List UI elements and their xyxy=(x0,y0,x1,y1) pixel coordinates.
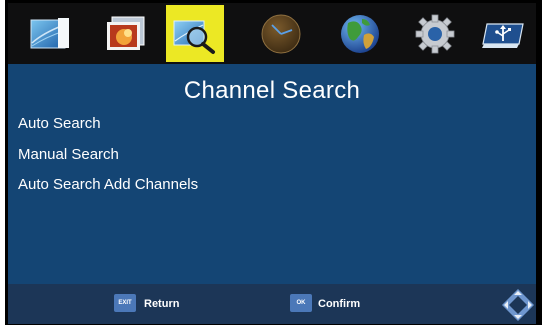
exit-key-icon: EXIT xyxy=(114,294,136,312)
tab-usb[interactable] xyxy=(475,5,533,62)
dpad-icon xyxy=(502,289,534,321)
tab-picture[interactable] xyxy=(21,5,79,62)
return-hint: Return xyxy=(144,298,180,310)
clock-icon xyxy=(261,14,301,53)
channel-search-icon xyxy=(173,20,215,54)
menu-item-manual-search[interactable]: Manual Search xyxy=(18,146,119,163)
settings-gear-icon xyxy=(415,14,455,53)
footer-bar: EXIT Return OK Confirm xyxy=(8,284,536,324)
tab-photo[interactable] xyxy=(97,5,155,62)
globe-icon xyxy=(341,14,379,53)
tab-bar xyxy=(8,3,536,64)
channel-search-panel: Channel Search Auto Search Manual Search… xyxy=(8,64,536,284)
tab-settings[interactable] xyxy=(406,5,464,62)
page-title: Channel Search xyxy=(183,77,361,104)
tab-channel-search[interactable] xyxy=(166,5,224,62)
photo-icon xyxy=(107,16,145,50)
ok-key-icon: OK xyxy=(290,294,312,312)
picture-icon xyxy=(30,17,69,48)
menu-item-auto-search[interactable]: Auto Search xyxy=(18,115,101,132)
tab-language[interactable] xyxy=(331,5,389,62)
tab-time[interactable] xyxy=(252,5,310,62)
confirm-hint: Confirm xyxy=(318,298,361,310)
menu-item-auto-search-add-channels[interactable]: Auto Search Add Channels xyxy=(18,176,198,193)
usb-icon xyxy=(482,22,524,48)
